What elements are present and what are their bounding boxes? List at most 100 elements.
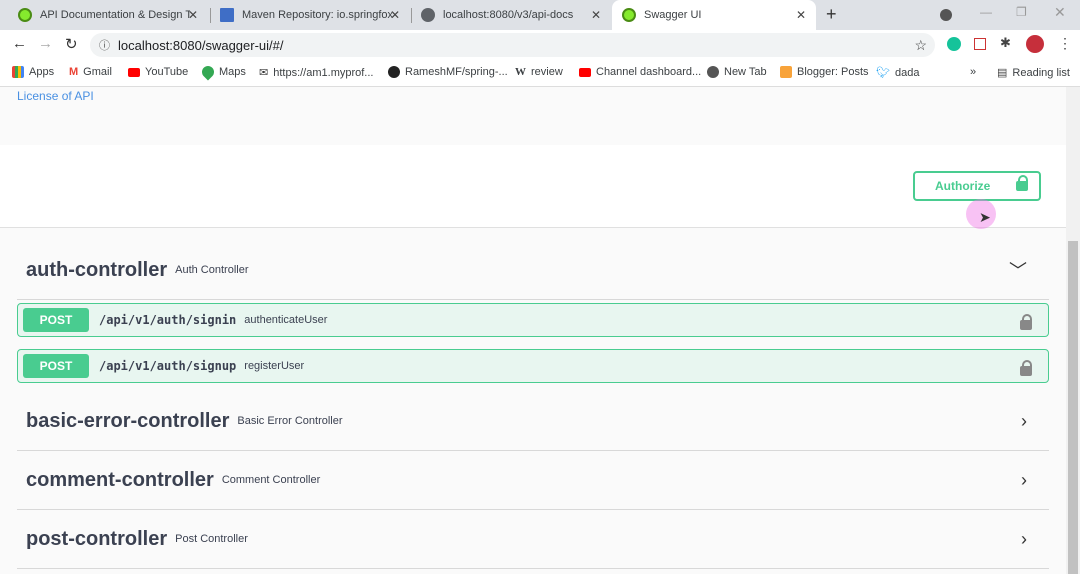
bookmark-dada[interactable]: 🐦︎ dada bbox=[876, 66, 920, 80]
bookmark-label: Channel dashboard... bbox=[596, 66, 702, 78]
maps-icon bbox=[199, 63, 217, 81]
bookmark-star-icon[interactable]: ☆ bbox=[914, 37, 927, 54]
bookmark-maps[interactable]: Maps bbox=[199, 63, 246, 81]
bookmark-channel-dashboard[interactable]: Channel dashboard... bbox=[579, 66, 701, 78]
unlocked-icon[interactable] bbox=[1020, 360, 1032, 376]
swagger-favicon-icon bbox=[622, 8, 636, 22]
controller-post[interactable]: post-controller Post Controller › bbox=[17, 510, 1049, 569]
profile-avatar[interactable] bbox=[1026, 35, 1044, 53]
restore-button[interactable]: ❐ bbox=[1016, 5, 1027, 19]
menu-kebab-icon[interactable]: ⋮ bbox=[1058, 35, 1072, 52]
close-tab-icon[interactable]: ✕ bbox=[796, 8, 806, 22]
bookmark-youtube[interactable]: YouTube bbox=[128, 66, 188, 78]
tab-title: Swagger UI bbox=[644, 9, 702, 21]
maven-favicon-icon bbox=[220, 8, 234, 22]
wikipedia-icon: W bbox=[515, 66, 526, 78]
github-icon bbox=[388, 66, 400, 78]
new-tab-button[interactable]: + bbox=[826, 4, 837, 25]
controller-description: Auth Controller bbox=[175, 264, 249, 276]
scrollbar[interactable] bbox=[1066, 87, 1080, 574]
bookmark-label: RameshMF/spring-... bbox=[405, 66, 508, 78]
bookmark-apps[interactable]: Apps bbox=[12, 66, 54, 78]
chevron-down-icon[interactable]: ﹀ bbox=[1009, 257, 1027, 283]
reload-button[interactable]: ↻ bbox=[65, 35, 78, 53]
controller-name: auth-controller bbox=[26, 258, 168, 281]
apps-grid-icon bbox=[12, 66, 24, 78]
extensions-puzzle-icon[interactable]: ✱ bbox=[1000, 35, 1011, 51]
minimize-button[interactable]: — bbox=[980, 5, 992, 19]
globe-icon bbox=[421, 8, 435, 22]
back-button[interactable]: ← bbox=[12, 35, 27, 52]
bookmark-label: review bbox=[531, 66, 563, 78]
bookmarks-bar: Apps M Gmail YouTube Maps ✉ https://am1.my… bbox=[0, 59, 1080, 87]
blogger-icon bbox=[780, 66, 792, 78]
unlocked-icon[interactable] bbox=[1020, 314, 1032, 330]
controller-auth[interactable]: auth-controller Auth Controller ﹀ bbox=[17, 241, 1049, 300]
bookmark-label: dada bbox=[894, 66, 920, 79]
reading-list-icon: ▤ bbox=[997, 67, 1008, 79]
bookmark-gmail[interactable]: M Gmail bbox=[69, 66, 112, 78]
gmail-icon: M bbox=[69, 66, 79, 78]
globe-icon bbox=[707, 66, 719, 78]
swagger-page: License of API Authorize ➤ auth-controll… bbox=[0, 87, 1066, 574]
tab-swagger-ui[interactable]: Swagger UI ✕ bbox=[612, 0, 816, 30]
chevron-right-icon[interactable]: › bbox=[1021, 529, 1027, 550]
swagger-favicon-icon bbox=[18, 8, 32, 22]
bookmark-new-tab[interactable]: New Tab bbox=[707, 66, 767, 78]
bookmark-label: YouTube bbox=[145, 66, 189, 78]
controller-comment[interactable]: comment-controller Comment Controller › bbox=[17, 451, 1049, 510]
controller-description: Post Controller bbox=[175, 533, 248, 545]
method-badge: POST bbox=[23, 354, 89, 378]
mouse-cursor-icon: ➤ bbox=[979, 209, 991, 225]
bookmark-myprof[interactable]: ✉ https://am1.myprof... bbox=[259, 66, 374, 80]
tab-strip: API Documentation & Design To ✕ Maven Rep… bbox=[0, 0, 1080, 30]
bookmark-blogger[interactable]: Blogger: Posts bbox=[780, 66, 869, 78]
operation-path: /api/v1/auth/signin bbox=[99, 313, 237, 327]
youtube-icon bbox=[579, 67, 591, 77]
chevron-right-icon[interactable]: › bbox=[1021, 470, 1027, 491]
bookmark-label: https://am1.myprof... bbox=[273, 66, 374, 79]
twitter-icon: 🐦︎ bbox=[876, 67, 890, 79]
youtube-icon bbox=[128, 67, 140, 77]
url-text: localhost:8080/swagger-ui/#/ bbox=[118, 37, 284, 53]
reading-list-button[interactable]: ▤ Reading list bbox=[997, 66, 1070, 80]
bookmark-github[interactable]: RameshMF/spring-... bbox=[388, 66, 508, 78]
method-badge: POST bbox=[23, 308, 89, 332]
controller-name: comment-controller bbox=[26, 468, 214, 491]
browser-toolbar: ← → ↻ ⓘ localhost:8080/swagger-ui/#/ ☆ ✱… bbox=[0, 30, 1080, 59]
mail-icon: ✉ bbox=[259, 67, 269, 79]
tab-api-documentation[interactable]: API Documentation & Design To ✕ bbox=[8, 0, 208, 30]
bookmark-label: New Tab bbox=[724, 66, 767, 78]
bookmark-review[interactable]: Wreview bbox=[515, 66, 563, 78]
authorize-button[interactable]: Authorize bbox=[913, 171, 1041, 201]
forward-button[interactable]: → bbox=[38, 35, 53, 52]
controller-name: basic-error-controller bbox=[26, 409, 230, 432]
license-link[interactable]: License of API bbox=[17, 89, 94, 103]
tab-title: Maven Repository: io.springfox » bbox=[242, 9, 392, 21]
bookmark-label: Blogger: Posts bbox=[797, 66, 869, 78]
bookmark-label: Apps bbox=[29, 66, 55, 78]
scrollbar-thumb[interactable] bbox=[1068, 241, 1078, 574]
scheme-container: Authorize bbox=[0, 145, 1066, 228]
tab-maven-repository[interactable]: Maven Repository: io.springfox » ✕ bbox=[210, 0, 410, 30]
chevron-right-icon[interactable]: › bbox=[1021, 411, 1027, 432]
close-window-button[interactable]: ✕ bbox=[1054, 4, 1066, 21]
grammarly-extension-icon[interactable] bbox=[947, 37, 961, 51]
info-icon[interactable]: ⓘ bbox=[99, 37, 110, 53]
extension-icon[interactable] bbox=[974, 38, 986, 50]
tab-title: API Documentation & Design To bbox=[40, 9, 190, 21]
controller-description: Comment Controller bbox=[221, 474, 321, 486]
operation-signup[interactable]: POST/api/v1/auth/signup registerUser bbox=[17, 349, 1049, 383]
close-tab-icon[interactable]: ✕ bbox=[188, 8, 198, 22]
more-bookmarks-button[interactable]: » bbox=[970, 66, 976, 78]
controller-basic-error[interactable]: basic-error-controller Basic Error Contro… bbox=[17, 392, 1049, 451]
operation-summary: registerUser bbox=[244, 360, 305, 372]
tab-search-icon[interactable] bbox=[940, 9, 952, 21]
close-tab-icon[interactable]: ✕ bbox=[390, 8, 400, 22]
tab-api-docs[interactable]: localhost:8080/v3/api-docs ✕ bbox=[411, 0, 611, 30]
close-tab-icon[interactable]: ✕ bbox=[591, 8, 601, 22]
reading-list-label: Reading list bbox=[1012, 66, 1070, 79]
address-bar[interactable]: ⓘ localhost:8080/swagger-ui/#/ ☆ bbox=[90, 33, 935, 57]
operation-summary: authenticateUser bbox=[244, 314, 328, 326]
operation-signin[interactable]: POST/api/v1/auth/signin authenticateUser bbox=[17, 303, 1049, 337]
